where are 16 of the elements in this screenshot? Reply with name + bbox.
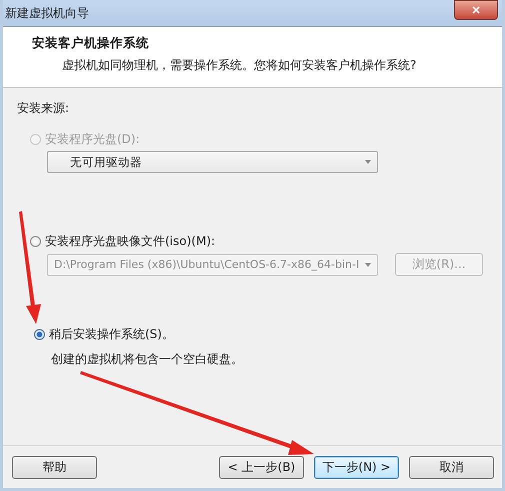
caret-icon xyxy=(365,262,371,266)
wizard-button[interactable]: 取消 xyxy=(409,456,494,478)
caret-icon xyxy=(365,160,371,164)
radio-label: 安装程序光盘映像文件(iso)(M): xyxy=(45,232,216,250)
wizard-button[interactable]: 帮助 xyxy=(12,456,97,478)
radio-button[interactable] xyxy=(30,236,41,246)
option-description: 创建的虚拟机将包含一个空白硬盘。 xyxy=(50,351,244,368)
page-title: 安装客户机操作系统 xyxy=(32,35,150,52)
wizard-button[interactable]: 下一步(N) > xyxy=(314,456,399,478)
radio-label: 安装程序光盘(D): xyxy=(45,130,140,148)
window-title: 新建虚拟机向导 xyxy=(5,4,89,22)
radio-button[interactable] xyxy=(34,328,45,340)
radio-label: 稍后安装操作系统(S)。 xyxy=(49,326,174,342)
section-label: 安装来源: xyxy=(17,100,70,117)
wizard-button[interactable]: < 上一步(B) xyxy=(219,456,304,478)
page-subtitle: 虚拟机如同物理机，需要操作系统。您将如何安装客户机操作系统? xyxy=(61,57,418,74)
